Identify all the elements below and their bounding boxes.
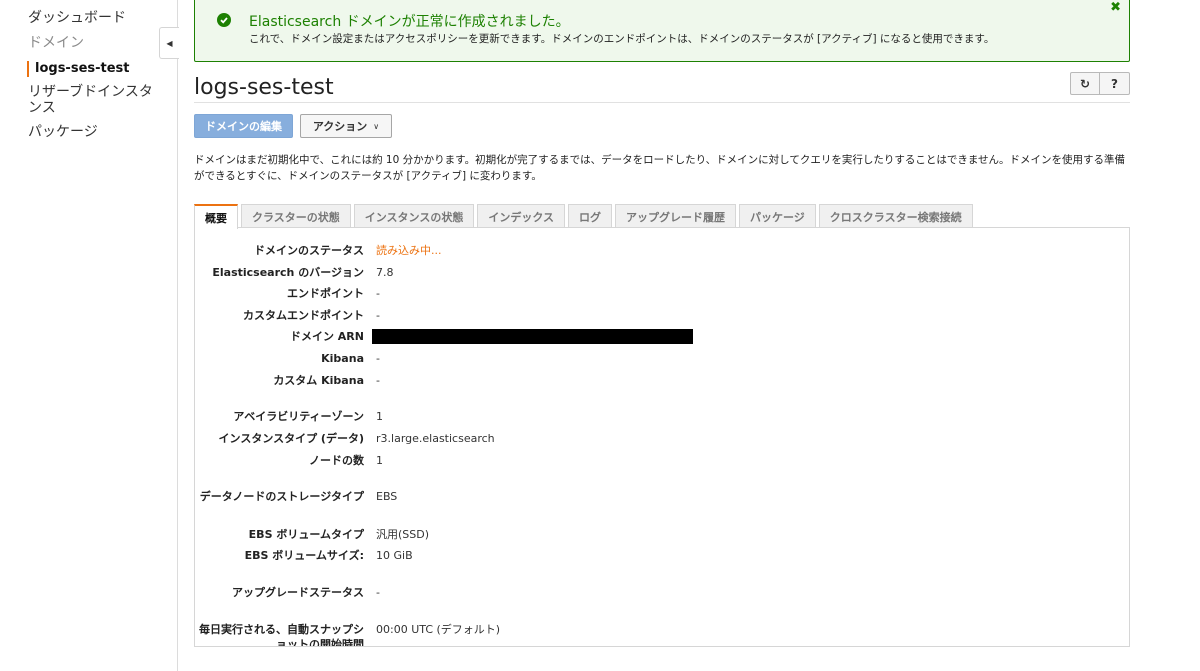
detail-row: Elasticsearch のバージョン 7.8 <box>195 265 755 280</box>
close-icon[interactable]: ✖ <box>1110 0 1121 15</box>
detail-row: アップグレードステータス - <box>195 585 755 600</box>
refresh-button[interactable]: ↻ <box>1070 72 1100 95</box>
detail-value: - <box>376 374 380 387</box>
initialization-notice: ドメインはまだ初期化中で、これには約 10 分かかります。初期化が完了するまでは… <box>194 154 1126 182</box>
detail-value: 1 <box>376 410 383 423</box>
detail-label: ドメイン ARN <box>289 330 364 343</box>
detail-row: カスタム Kibana - <box>195 373 755 388</box>
detail-label: アップグレードステータス <box>232 586 364 599</box>
help-icon: ? <box>1111 76 1118 91</box>
detail-value: - <box>376 586 380 599</box>
detail-value: r3.large.elasticsearch <box>376 432 495 445</box>
chevron-down-icon: ∨ <box>373 121 380 131</box>
overview-panel: ドメインのステータス 読み込み中... Elasticsearch のバージョン… <box>194 227 1130 647</box>
tab-upgrade-history[interactable]: アップグレード履歴 <box>615 204 737 228</box>
detail-row: カスタムエンドポイント - <box>195 308 755 323</box>
edit-domain-button[interactable]: ドメインの編集 <box>194 114 293 138</box>
page-title: logs-ses-test <box>194 75 334 100</box>
tab-cross-cluster-search[interactable]: クロスクラスター検索接続 <box>818 204 973 228</box>
detail-row: データノードのストレージタイプ EBS <box>195 489 755 504</box>
header-icon-buttons: ↻ ? <box>1070 72 1130 95</box>
detail-label: カスタムエンドポイント <box>243 309 364 322</box>
detail-value: - <box>376 352 380 365</box>
sidebar-item-reserved-instances[interactable]: リザーブドインスタンス <box>28 84 153 116</box>
detail-label: カスタム Kibana <box>273 374 364 387</box>
check-circle-icon <box>217 13 231 27</box>
flash-title: Elasticsearch ドメインが正常に作成されました。 <box>249 14 570 30</box>
domain-status-value: 読み込み中... <box>376 244 442 257</box>
detail-label: エンドポイント <box>287 287 364 300</box>
redacted-arn <box>372 329 693 344</box>
detail-row: エンドポイント - <box>195 286 755 301</box>
tab-instance-health[interactable]: インスタンスの状態 <box>353 204 475 228</box>
detail-label: インスタンスタイプ (データ) <box>218 432 364 445</box>
tab-packages[interactable]: パッケージ <box>739 204 816 228</box>
detail-row: アベイラビリティーゾーン 1 <box>195 409 755 424</box>
detail-label: EBS ボリュームサイズ: <box>244 549 364 562</box>
detail-label: 毎日実行される、自動スナップショットの開始時間 <box>199 623 364 647</box>
title-divider <box>194 102 1130 103</box>
actions-dropdown-button[interactable]: アクション ∨ <box>300 114 392 138</box>
refresh-icon: ↻ <box>1079 76 1091 91</box>
detail-row: インスタンスタイプ (データ) r3.large.elasticsearch <box>195 431 755 446</box>
sidebar-item-packages[interactable]: パッケージ <box>28 124 163 140</box>
detail-row: ドメインのステータス 読み込み中... <box>195 243 755 258</box>
detail-label: ノードの数 <box>309 454 364 467</box>
tab-logs[interactable]: ログ <box>568 204 613 228</box>
detail-value: 00:00 UTC (デフォルト) <box>376 623 501 636</box>
help-button[interactable]: ? <box>1100 72 1130 95</box>
tab-indices[interactable]: インデックス <box>477 204 566 228</box>
success-flash-banner: Elasticsearch ドメインが正常に作成されました。 これで、ドメイン設… <box>194 0 1130 62</box>
sidebar-item-logs-ses-test[interactable]: logs-ses-test <box>27 61 162 77</box>
caret-left-icon: ◀ <box>166 38 173 48</box>
detail-row: EBS ボリュームタイプ 汎用(SSD) <box>195 527 755 542</box>
detail-row: EBS ボリュームサイズ: 10 GiB <box>195 548 755 563</box>
detail-label: Elasticsearch のバージョン <box>212 266 364 279</box>
tab-cluster-health[interactable]: クラスターの状態 <box>241 204 351 228</box>
sidebar: ダッシュボード ドメイン logs-ses-test リザーブドインスタンス パ… <box>0 0 178 671</box>
detail-label: EBS ボリュームタイプ <box>248 528 364 541</box>
tab-bar: 概要 クラスターの状態 インスタンスの状態 インデックス ログ アップグレード履… <box>194 204 976 229</box>
actions-label: アクション <box>312 120 368 133</box>
detail-value: 7.8 <box>376 266 394 279</box>
flash-message: これで、ドメイン設定またはアクセスポリシーを更新できます。ドメインのエンドポイン… <box>249 33 995 45</box>
detail-value: - <box>376 309 380 322</box>
detail-row: ノードの数 1 <box>195 453 755 468</box>
detail-label: データノードのストレージタイプ <box>199 490 364 503</box>
detail-value: - <box>376 287 380 300</box>
sidebar-item-dashboard[interactable]: ダッシュボード <box>28 10 163 26</box>
tab-overview[interactable]: 概要 <box>194 204 238 229</box>
sidebar-collapse-button[interactable]: ◀ <box>159 27 179 59</box>
detail-label: アベイラビリティーゾーン <box>233 410 364 423</box>
detail-label: Kibana <box>321 352 364 365</box>
sidebar-item-domains[interactable]: ドメイン <box>28 35 163 51</box>
detail-value: 汎用(SSD) <box>376 528 430 541</box>
detail-row: 毎日実行される、自動スナップショットの開始時間 00:00 UTC (デフォルト… <box>195 622 755 647</box>
detail-label: ドメインのステータス <box>254 244 364 257</box>
detail-value: EBS <box>376 490 398 503</box>
detail-row: Kibana - <box>195 351 755 366</box>
detail-value: 10 GiB <box>376 549 413 562</box>
detail-value: 1 <box>376 454 383 467</box>
main-content: Elasticsearch ドメインが正常に作成されました。 これで、ドメイン設… <box>194 0 1130 671</box>
